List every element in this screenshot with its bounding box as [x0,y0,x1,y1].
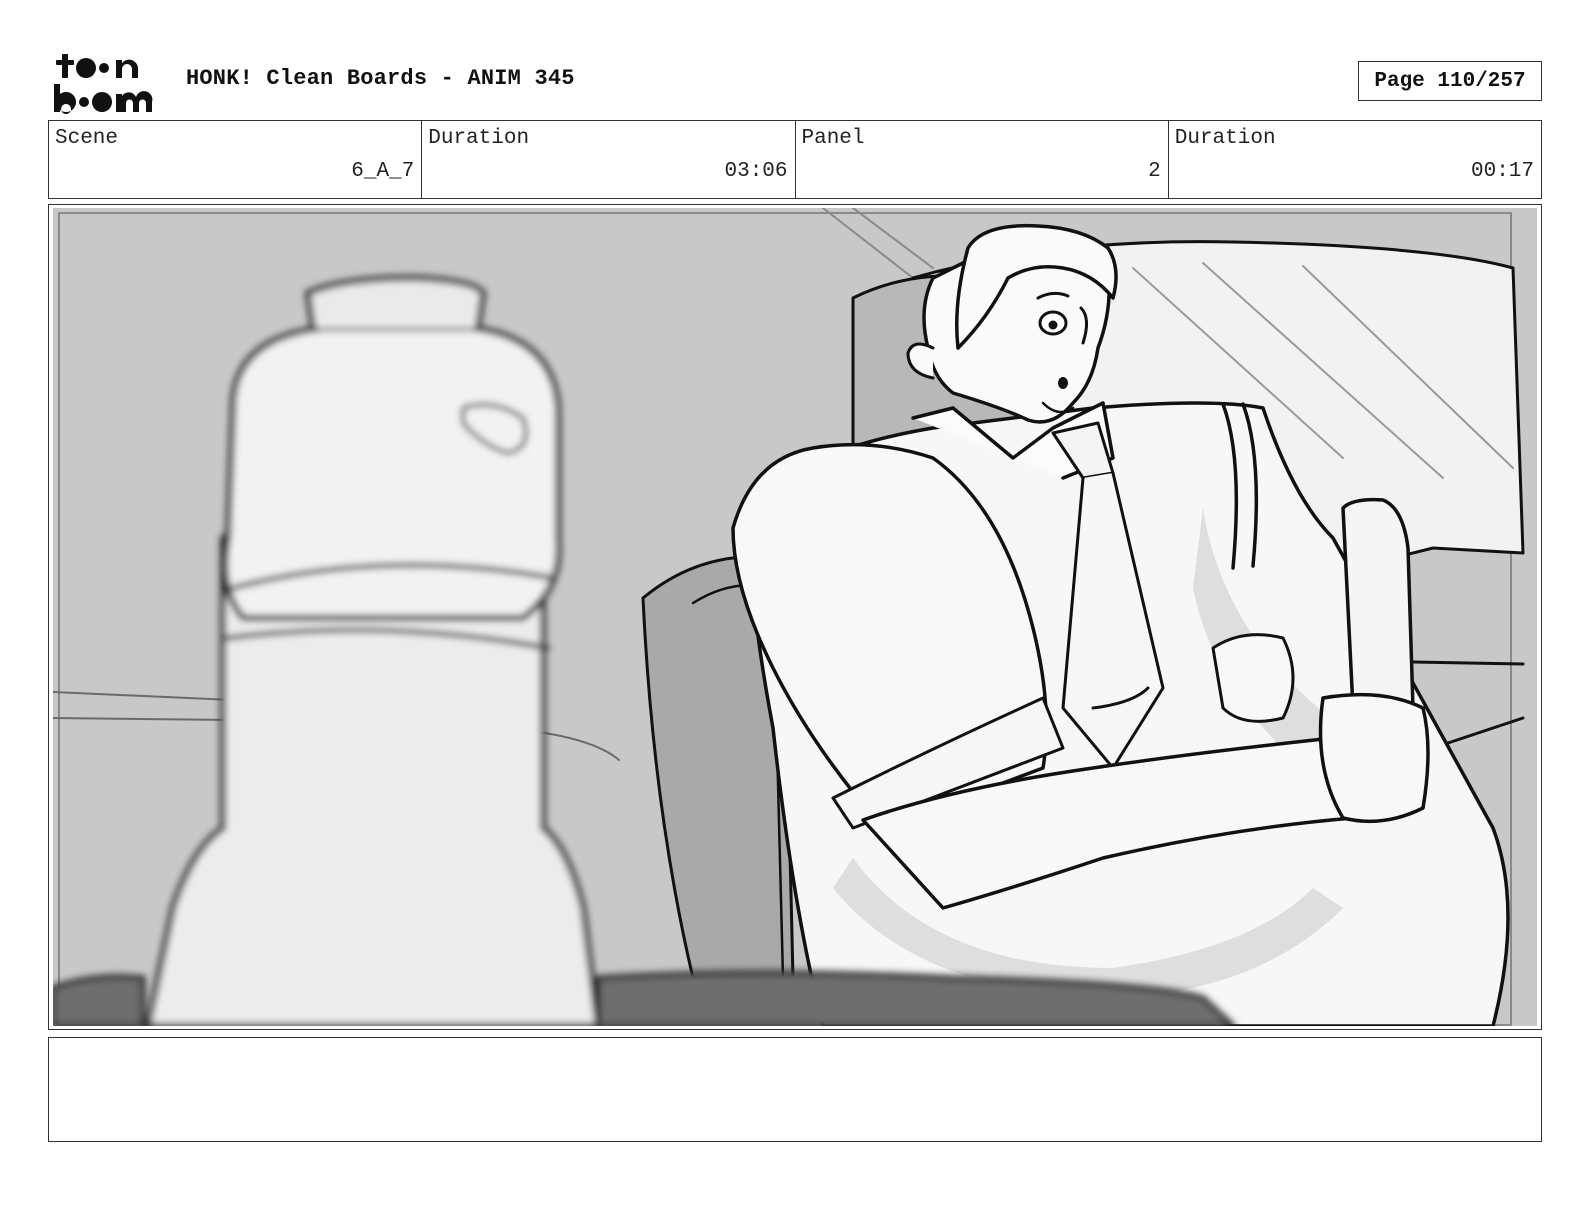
scene-duration-label: Duration [428,127,530,150]
panel-label: Panel [801,127,865,150]
scene-info-row: Scene 6_A_7 Duration 03:06 Panel 2 Durat… [48,120,1542,199]
caption-box [48,1037,1542,1142]
panel-cell: Panel 2 [796,121,1169,198]
document-title: HONK! Clean Boards - ANIM 345 [186,66,575,91]
scene-label: Scene [55,127,119,150]
page-indicator: Page 110/257 [1358,61,1542,101]
panel-duration-cell: Duration 00:17 [1169,121,1541,198]
storyboard-panel [48,204,1542,1030]
scene-value: 6_A_7 [351,160,415,183]
scene-duration-cell: Duration 03:06 [422,121,796,198]
toon-boom-logo [54,54,153,114]
panel-duration-label: Duration [1174,127,1276,150]
storyboard-sketch-image [53,208,1537,1026]
scene-duration-value: 03:06 [724,160,788,183]
scene-cell: Scene 6_A_7 [49,121,423,198]
panel-value: 2 [1148,160,1161,183]
panel-duration-value: 00:17 [1470,160,1534,183]
